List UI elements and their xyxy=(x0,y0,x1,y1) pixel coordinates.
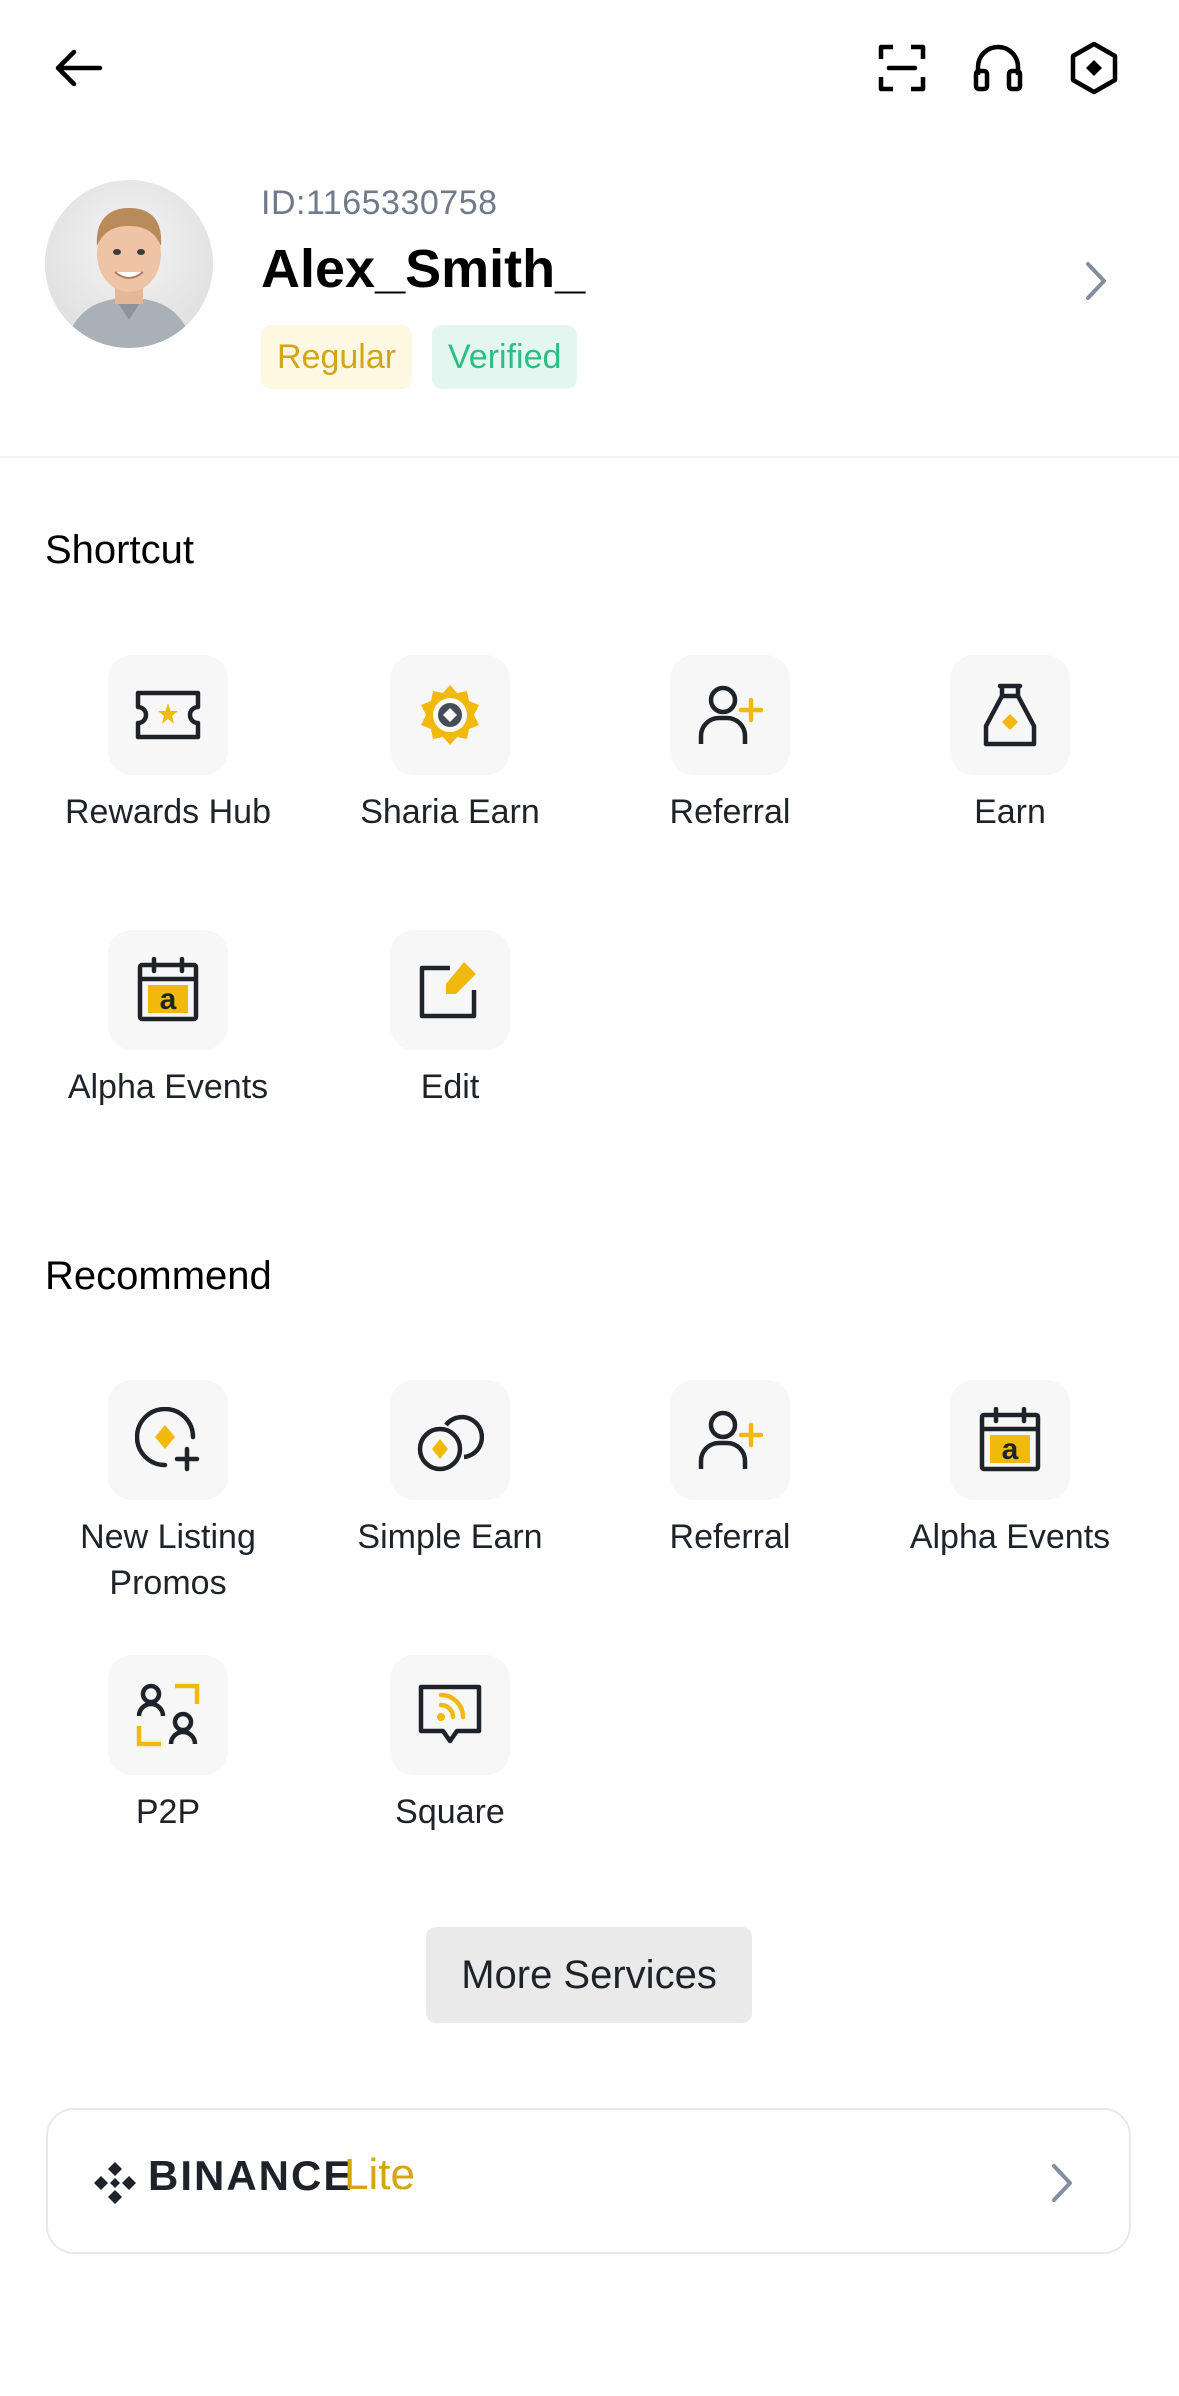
edit-icon xyxy=(390,930,510,1050)
money-bag-icon xyxy=(950,655,1070,775)
binance-logo-icon xyxy=(90,2158,140,2213)
tile-label: P2P xyxy=(135,1793,201,1831)
coins-icon xyxy=(390,1380,510,1500)
lite-brand: BINANCE xyxy=(148,2152,354,2199)
tile-label: Rewards Hub xyxy=(65,793,271,831)
ticket-star-icon xyxy=(108,655,228,775)
p2p-users-icon xyxy=(108,1655,228,1775)
shortcut-item-rewards-hub[interactable]: Rewards Hub xyxy=(28,655,308,855)
tile-label: Sharia Earn xyxy=(360,793,540,831)
section-divider xyxy=(0,456,1179,458)
badge-regular: Regular xyxy=(261,325,413,389)
shortcut-title: Shortcut xyxy=(45,528,194,572)
tile-label: Referral xyxy=(669,1518,791,1556)
chevron-right-icon xyxy=(1082,258,1110,309)
avatar[interactable] xyxy=(45,180,213,348)
calendar-alpha-icon: a xyxy=(950,1380,1070,1500)
tile-label: Alpha Events xyxy=(67,1068,269,1106)
settings-button[interactable] xyxy=(1058,32,1130,104)
coin-plus-icon xyxy=(108,1380,228,1500)
top-bar xyxy=(0,0,1179,135)
settings-hexagon-icon xyxy=(1070,41,1118,95)
user-add-icon xyxy=(670,655,790,775)
shortcut-item-earn[interactable]: Earn xyxy=(870,655,1150,855)
binance-lite-card[interactable]: BINANCE Lite xyxy=(46,2108,1131,2254)
sharia-badge-icon xyxy=(390,655,510,775)
lite-suffix: Lite xyxy=(344,2150,415,2199)
back-button[interactable] xyxy=(42,32,114,104)
tile-label: Earn xyxy=(974,793,1046,831)
avatar-image xyxy=(45,180,213,348)
tile-label: Edit xyxy=(420,1068,480,1106)
support-button[interactable] xyxy=(962,32,1034,104)
shortcut-item-edit[interactable]: Edit xyxy=(310,930,590,1130)
recommend-item-alpha-events[interactable]: a Alpha Events xyxy=(870,1380,1150,1580)
tile-label: Simple Earn xyxy=(357,1518,543,1556)
tile-label: Referral xyxy=(669,793,791,831)
user-add-icon xyxy=(670,1380,790,1500)
arrow-left-icon xyxy=(55,49,103,87)
scan-icon xyxy=(878,44,926,92)
username: Alex_Smith_ xyxy=(261,239,586,299)
recommend-item-square[interactable]: Square xyxy=(310,1655,590,1855)
tile-label: New Listing Promos xyxy=(80,1518,256,1602)
recommend-item-new-listing-promos[interactable]: New Listing Promos xyxy=(28,1380,308,1602)
square-chat-icon xyxy=(390,1655,510,1775)
shortcut-item-alpha-events[interactable]: a Alpha Events xyxy=(28,930,308,1130)
user-id: ID:1165330758 xyxy=(261,184,498,222)
calendar-alpha-icon: a xyxy=(108,930,228,1050)
shortcut-item-referral[interactable]: Referral xyxy=(590,655,870,855)
tile-label: Square xyxy=(395,1793,505,1831)
badge-verified: Verified xyxy=(432,325,578,389)
svg-text:a: a xyxy=(160,983,177,1016)
tile-label: Alpha Events xyxy=(909,1518,1111,1556)
shortcut-item-sharia-earn[interactable]: Sharia Earn xyxy=(310,655,590,855)
recommend-item-referral[interactable]: Referral xyxy=(590,1380,870,1580)
more-services-button[interactable]: More Services xyxy=(426,1927,752,2023)
recommend-item-p2p[interactable]: P2P xyxy=(28,1655,308,1855)
scan-button[interactable] xyxy=(866,32,938,104)
profile-card[interactable]: ID:1165330758 Alex_Smith_ Regular Verifi… xyxy=(0,170,1179,400)
svg-text:a: a xyxy=(1002,1433,1019,1466)
recommend-item-simple-earn[interactable]: Simple Earn xyxy=(310,1380,590,1580)
recommend-title: Recommend xyxy=(45,1254,272,1298)
headset-icon xyxy=(973,44,1023,92)
chevron-right-icon xyxy=(1048,2160,1076,2211)
